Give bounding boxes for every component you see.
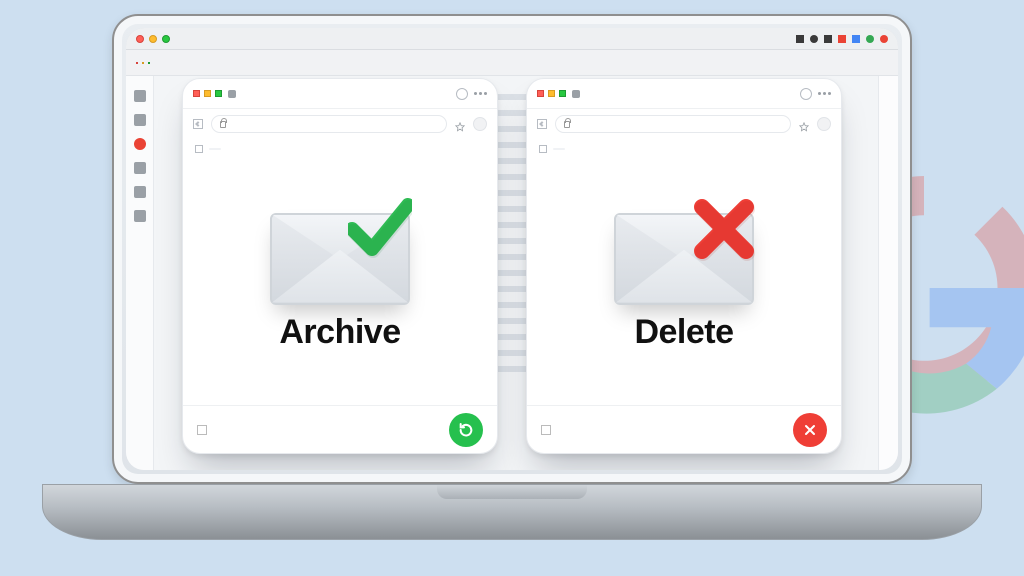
lock-icon [564, 121, 570, 128]
browser-chrome [126, 50, 898, 76]
archive-card: Archive [182, 78, 498, 454]
laptop-base [42, 484, 982, 540]
extension-icon[interactable] [195, 145, 203, 153]
envelope-icon [614, 213, 754, 305]
laptop-frame: Archive [112, 14, 912, 484]
status-icon [838, 35, 846, 43]
new-tab-icon[interactable] [456, 88, 468, 100]
delete-card: Delete [526, 78, 842, 454]
bookmark-icon[interactable] [455, 119, 465, 129]
traffic-lights [136, 35, 170, 43]
card-footer [527, 405, 841, 453]
bookmark-icon[interactable] [799, 119, 809, 129]
card-body: Archive [183, 159, 497, 405]
favicon-icon [572, 90, 580, 98]
check-icon [348, 197, 412, 261]
browser-tab[interactable] [572, 90, 794, 98]
status-icon [796, 35, 804, 43]
back-icon[interactable] [537, 119, 547, 129]
status-icon [852, 35, 860, 43]
card-body: Delete [527, 159, 841, 405]
zoom-window-icon[interactable] [162, 35, 170, 43]
favicon-icon [228, 90, 236, 98]
close-window-icon[interactable] [537, 90, 544, 97]
new-tab-icon[interactable] [800, 88, 812, 100]
card-title: Delete [634, 313, 733, 352]
checkmark-icon [541, 425, 551, 435]
extension-icon[interactable] [539, 145, 547, 153]
menu-icon[interactable] [818, 92, 831, 95]
profile-avatar-icon[interactable] [473, 117, 487, 131]
profile-avatar-icon[interactable] [817, 117, 831, 131]
card-subrow [527, 139, 841, 159]
close-window-icon[interactable] [193, 90, 200, 97]
menu-icon[interactable] [474, 92, 487, 95]
footer-meta [197, 425, 213, 435]
archive-button[interactable] [449, 413, 483, 447]
laptop-screen: Archive [126, 28, 898, 470]
status-icon [824, 35, 832, 43]
status-icon [810, 35, 818, 43]
envelope-icon [270, 213, 410, 305]
subrow-text [209, 148, 221, 150]
close-window-icon[interactable] [136, 35, 144, 43]
address-bar[interactable] [555, 115, 791, 133]
cross-icon [692, 197, 756, 261]
zoom-window-icon[interactable] [559, 90, 566, 97]
checkmark-icon [197, 425, 207, 435]
zoom-window-icon[interactable] [215, 90, 222, 97]
card-title: Archive [279, 313, 400, 352]
delete-button[interactable] [793, 413, 827, 447]
card-titlebar [527, 79, 841, 109]
back-icon[interactable] [193, 119, 203, 129]
address-bar[interactable] [211, 115, 447, 133]
card-footer [183, 405, 497, 453]
subrow-text [553, 148, 565, 150]
lock-icon [220, 121, 226, 128]
browser-tab[interactable] [228, 90, 450, 98]
os-menubar [126, 28, 898, 50]
minimize-window-icon[interactable] [149, 35, 157, 43]
address-bar-row [527, 109, 841, 139]
card-subrow [183, 139, 497, 159]
card-titlebar [183, 79, 497, 109]
address-bar-row [183, 109, 497, 139]
minimize-window-icon[interactable] [548, 90, 555, 97]
status-icon [866, 35, 874, 43]
minimize-window-icon[interactable] [204, 90, 211, 97]
status-icon [880, 35, 888, 43]
footer-meta [541, 425, 557, 435]
